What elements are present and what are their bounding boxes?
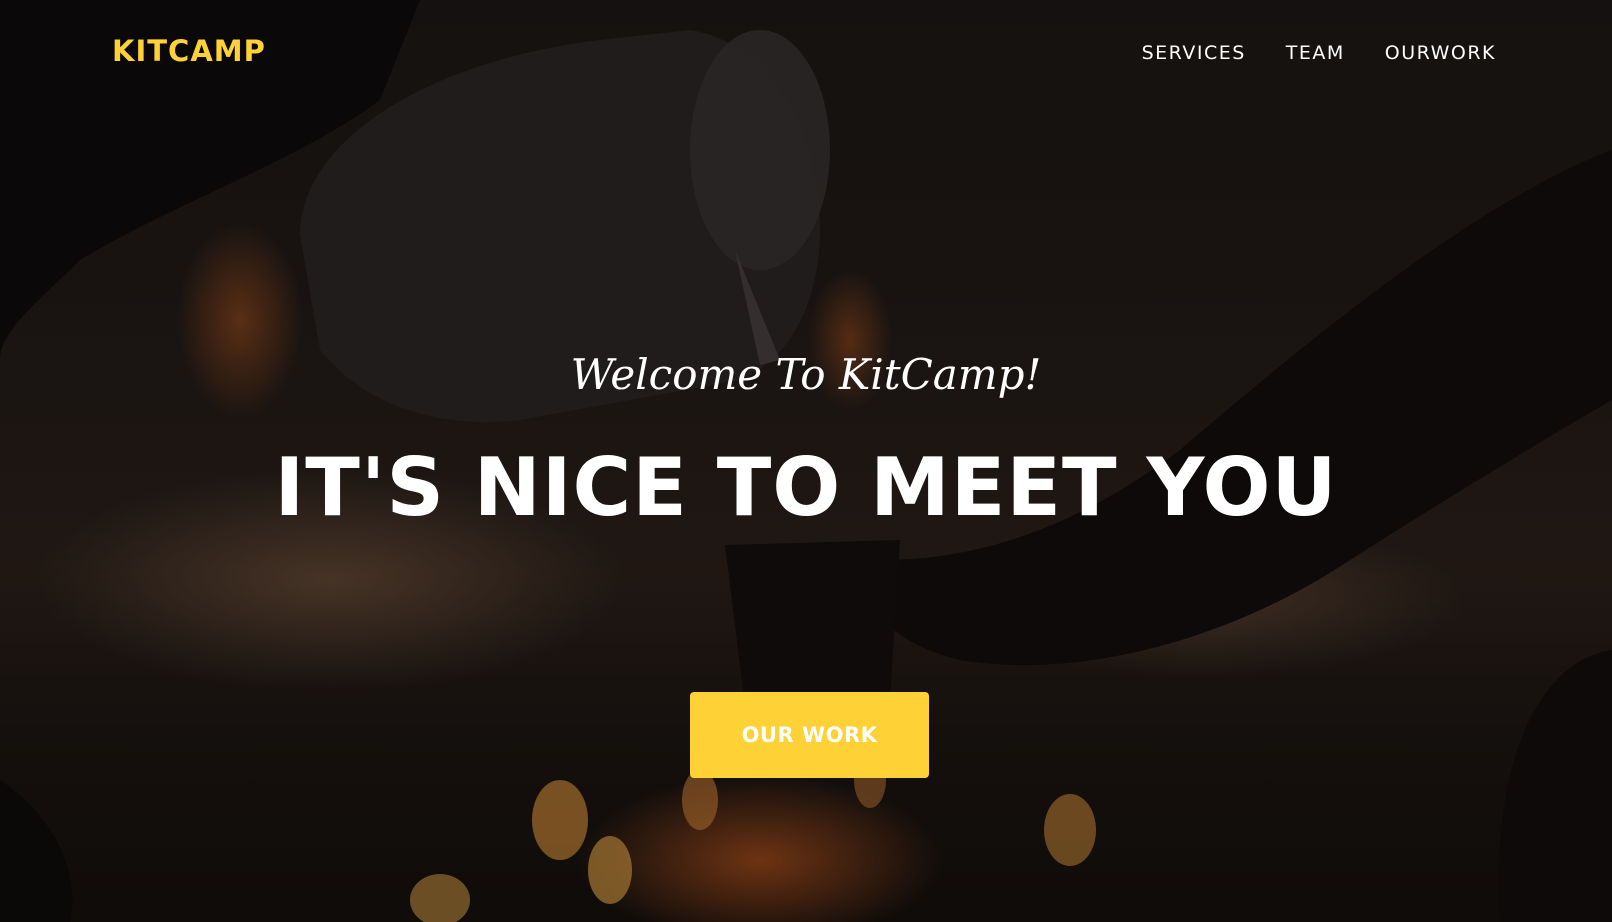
hero-section: KITCAMP SERVICES TEAM OURWORK Welcome To… <box>0 0 1612 922</box>
hero-subheading: Welcome To KitCamp! <box>570 350 1042 399</box>
our-work-button[interactable]: OUR WORK <box>690 692 929 778</box>
nav-link-team[interactable]: TEAM <box>1286 42 1345 64</box>
nav-link-ourwork[interactable]: OURWORK <box>1385 42 1496 64</box>
top-navbar: KITCAMP SERVICES TEAM OURWORK <box>0 0 1612 110</box>
brand-logo[interactable]: KITCAMP <box>112 34 266 68</box>
hero-heading: IT'S NICE TO MEET YOU <box>274 441 1338 534</box>
nav-link-services[interactable]: SERVICES <box>1142 42 1246 64</box>
nav-links: SERVICES TEAM OURWORK <box>1142 42 1496 64</box>
